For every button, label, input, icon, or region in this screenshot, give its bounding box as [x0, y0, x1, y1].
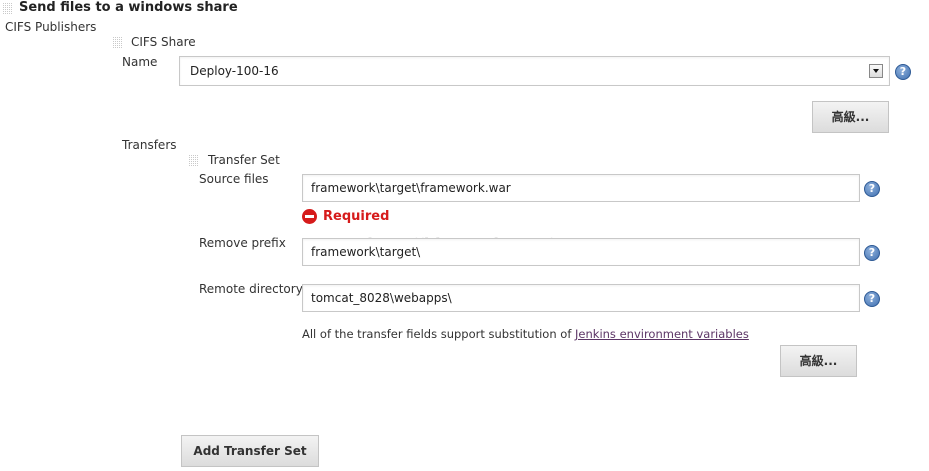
- publishers-label: CIFS Publishers: [5, 20, 97, 34]
- chevron-down-icon[interactable]: [869, 64, 883, 78]
- substitution-note-text: All of the transfer fields support subst…: [302, 327, 572, 341]
- source-files-input[interactable]: framework\target\framework.war: [302, 174, 860, 202]
- remote-directory-label: Remote directory: [199, 282, 303, 296]
- add-transfer-set-button[interactable]: Add Transfer Set: [181, 435, 319, 467]
- transfer-advanced-button[interactable]: 高級...: [780, 345, 857, 377]
- env-variables-link[interactable]: Jenkins environment variables: [575, 327, 749, 341]
- help-icon[interactable]: ?: [864, 245, 880, 261]
- error-icon: [302, 209, 317, 224]
- drag-handle-icon[interactable]: [189, 154, 199, 167]
- substitution-note: All of the transfer fields support subst…: [302, 327, 749, 341]
- share-name-value: Deploy-100-16: [190, 64, 279, 78]
- source-files-label: Source files: [199, 172, 269, 186]
- remote-directory-input[interactable]: tomcat_8028\webapps\: [302, 284, 860, 312]
- remove-prefix-input[interactable]: framework\target\: [302, 238, 860, 266]
- share-advanced-button[interactable]: 高級...: [812, 101, 889, 133]
- drag-handle-icon[interactable]: [113, 36, 123, 49]
- share-heading: CIFS Share: [131, 35, 196, 49]
- transfers-label: Transfers: [122, 138, 177, 152]
- share-name-select[interactable]: Deploy-100-16: [179, 56, 890, 86]
- help-icon[interactable]: ?: [864, 291, 880, 307]
- help-icon[interactable]: ?: [895, 64, 911, 80]
- help-icon[interactable]: ?: [864, 181, 880, 197]
- transfer-set-heading: Transfer Set: [208, 153, 280, 167]
- required-message: Required: [323, 209, 390, 224]
- remove-prefix-label: Remove prefix: [199, 236, 286, 250]
- share-name-label: Name: [122, 55, 158, 69]
- section-title: Send files to a windows share: [19, 0, 238, 15]
- drag-handle-icon[interactable]: [3, 2, 13, 15]
